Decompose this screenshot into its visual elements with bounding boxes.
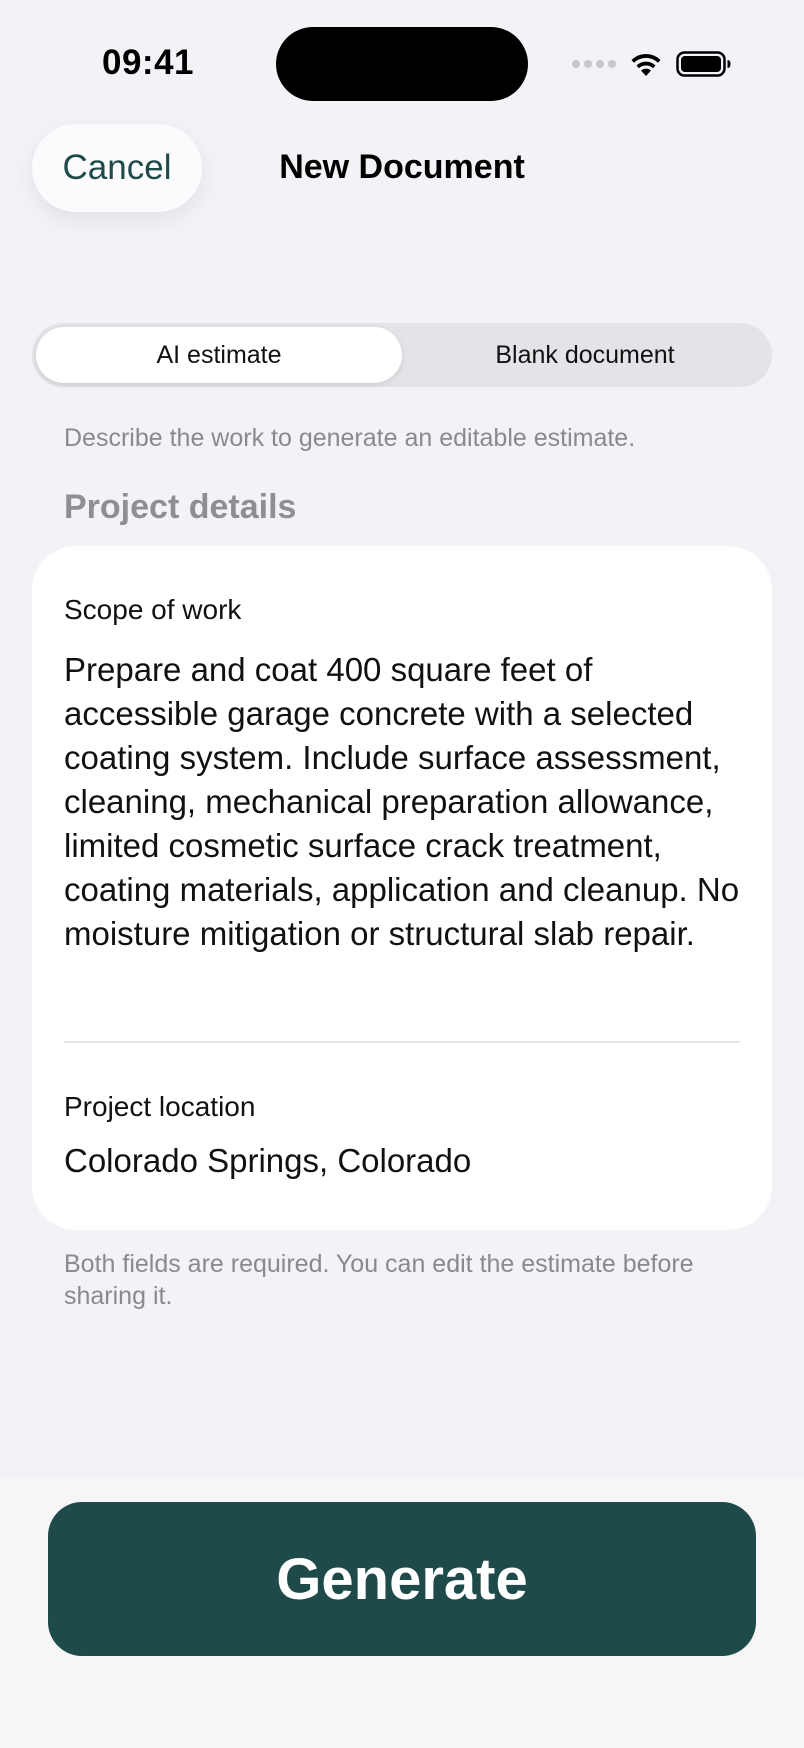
helper-text: Describe the work to generate an editabl… bbox=[64, 424, 636, 452]
project-details-card: Scope of work Prepare and coat 400 squar… bbox=[32, 546, 772, 1230]
field-divider bbox=[64, 1041, 740, 1043]
document-type-segmented-control: AI estimate Blank document bbox=[32, 323, 772, 387]
segment-blank-document[interactable]: Blank document bbox=[402, 327, 768, 383]
project-location-label: Project location bbox=[64, 1091, 256, 1122]
dynamic-island bbox=[276, 27, 528, 101]
signal-dots-icon bbox=[572, 60, 616, 68]
required-fields-note: Both fields are required. You can edit t… bbox=[64, 1250, 694, 1310]
page-title: New Document bbox=[279, 148, 525, 186]
section-title: Project details bbox=[64, 488, 297, 526]
cancel-button[interactable]: Cancel bbox=[32, 124, 202, 212]
status-icons bbox=[572, 48, 732, 80]
status-time: 09:41 bbox=[102, 43, 195, 82]
project-location-field[interactable]: Colorado Springs, Colorado bbox=[64, 1142, 471, 1180]
battery-icon bbox=[676, 51, 731, 77]
scope-of-work-field[interactable]: Prepare and coat 400 square feet of acce… bbox=[64, 648, 754, 956]
segment-ai-estimate[interactable]: AI estimate bbox=[36, 327, 402, 383]
scope-of-work-label: Scope of work bbox=[64, 594, 242, 625]
wifi-icon bbox=[631, 53, 661, 76]
new-document-screen: 09:41 Cancel New Document AI estimate Bl… bbox=[0, 0, 804, 1748]
generate-button[interactable]: Generate bbox=[48, 1502, 756, 1656]
